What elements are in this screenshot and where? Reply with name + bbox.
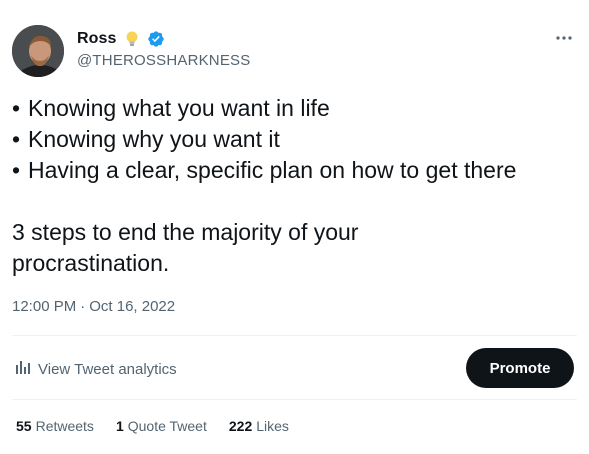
- analytics-icon: [14, 358, 32, 380]
- tweet-closing-line: procrastination.: [12, 250, 170, 276]
- verified-badge-icon[interactable]: [147, 30, 165, 48]
- lightbulb-icon: [123, 30, 141, 48]
- quote-tweets-count: 1: [115, 418, 124, 434]
- quote-tweets-stat[interactable]: 1 Quote Tweet: [116, 418, 207, 434]
- author-name-row: Ross: [77, 29, 165, 49]
- retweets-stat[interactable]: 55 Retweets: [16, 418, 94, 434]
- divider: [12, 335, 577, 336]
- likes-label: Likes: [256, 418, 289, 434]
- retweets-label: Retweets: [35, 418, 94, 434]
- avatar-image: [12, 25, 64, 77]
- more-options-icon[interactable]: [553, 28, 575, 48]
- view-analytics-link[interactable]: View Tweet analytics: [14, 358, 177, 380]
- tweet-bullet: • Having a clear, specific plan on how t…: [12, 155, 577, 186]
- likes-stat[interactable]: 222 Likes: [229, 418, 289, 434]
- quote-tweets-label: Quote Tweet: [127, 418, 207, 434]
- divider: [12, 399, 577, 400]
- tweet-bullet-text: Having a clear, specific plan on how to …: [28, 157, 517, 183]
- retweets-count: 55: [16, 418, 32, 434]
- tweet-bullet: • Knowing why you want it: [12, 124, 577, 155]
- bullet-dot: •: [12, 157, 21, 183]
- bullet-dot: •: [12, 126, 21, 152]
- author-handle[interactable]: @THEROSSHARKNESS: [77, 52, 250, 69]
- tweet-closing-line: 3 steps to end the majority of your: [12, 219, 359, 245]
- author-name[interactable]: Ross: [77, 30, 117, 48]
- tweet-date: Oct 16, 2022: [89, 298, 176, 315]
- tweet-bullet: • Knowing what you want in life: [12, 93, 577, 124]
- tweet-text: • Knowing what you want in life • Knowin…: [12, 93, 577, 279]
- promote-button[interactable]: Promote: [466, 348, 574, 388]
- tweet-timestamp[interactable]: 12:00 PM · Oct 16, 2022: [12, 298, 175, 315]
- tweet-bullet-text: Knowing what you want in life: [28, 95, 330, 121]
- avatar[interactable]: [12, 25, 64, 77]
- bullet-dot: •: [12, 95, 21, 121]
- likes-count: 222: [228, 418, 253, 434]
- tweet-time: 12:00 PM: [12, 298, 77, 315]
- timestamp-separator: ·: [80, 298, 86, 315]
- analytics-label: View Tweet analytics: [38, 360, 177, 378]
- tweet-stats: 55 Retweets 1 Quote Tweet 222 Likes: [16, 418, 289, 434]
- tweet-bullet-text: Knowing why you want it: [28, 126, 280, 152]
